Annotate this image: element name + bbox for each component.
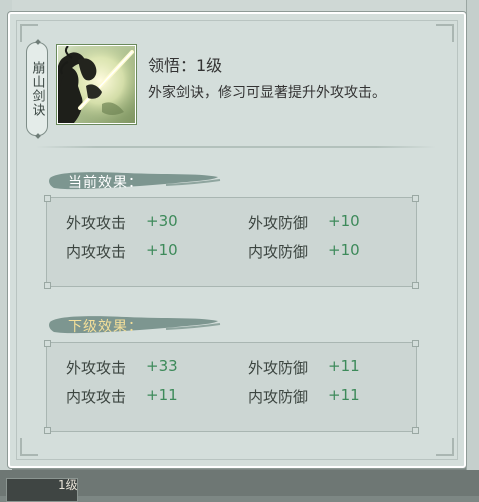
- box-corner: [412, 195, 419, 202]
- frame-corner: [436, 24, 454, 42]
- section-divider: [36, 146, 436, 148]
- background-slot-level: 1级: [58, 478, 78, 492]
- stat-label: 外攻防御: [248, 359, 309, 377]
- stat-value: +10: [146, 241, 178, 259]
- skill-tooltip-panel: 崩山剑诀 领悟：1级 外家剑诀，修习可显著提升外攻攻击。 当前效果： 外攻攻击 …: [8, 12, 466, 468]
- next-effects-title: 下级效果：: [68, 319, 143, 335]
- skill-description: 外家剑诀，修习可显著提升外攻攻击。: [148, 85, 386, 101]
- current-effects-title: 当前效果：: [68, 175, 143, 191]
- box-corner: [44, 195, 51, 202]
- box-corner: [44, 427, 51, 434]
- next-effects-box: 外攻攻击 +33 外攻防御 +11 内攻攻击 +11 内攻防御 +11: [44, 340, 419, 434]
- stat-value: +11: [328, 386, 360, 404]
- frame-corner: [436, 438, 454, 456]
- stat-value: +11: [328, 357, 360, 375]
- stat-label: 外攻攻击: [66, 214, 127, 232]
- skill-name: 崩山剑诀: [29, 61, 45, 117]
- stat-label: 内攻攻击: [66, 243, 127, 261]
- stat-value: +10: [328, 212, 360, 230]
- stat-label: 内攻防御: [248, 388, 309, 406]
- skill-sword-icon: [57, 45, 136, 124]
- stat-label: 内攻攻击: [66, 388, 127, 406]
- box-corner: [44, 282, 51, 289]
- box-corner: [412, 282, 419, 289]
- stat-label: 外攻攻击: [66, 359, 127, 377]
- current-effects-box: 外攻攻击 +30 外攻防御 +10 内攻攻击 +10 内攻防御 +10: [44, 195, 419, 289]
- stat-value: +30: [146, 212, 178, 230]
- stat-value: +11: [146, 386, 178, 404]
- stat-value: +33: [146, 357, 178, 375]
- stat-label: 内攻防御: [248, 243, 309, 261]
- stat-label: 外攻防御: [248, 214, 309, 232]
- background-right-panel: [466, 0, 479, 470]
- frame-corner: [20, 24, 38, 42]
- stat-value: +10: [328, 241, 360, 259]
- box-corner: [412, 427, 419, 434]
- box-corner: [44, 340, 51, 347]
- box-corner: [412, 340, 419, 347]
- skill-name-badge: 崩山剑诀: [26, 39, 48, 139]
- frame-corner: [20, 438, 38, 456]
- skill-level-text: 领悟：1级: [148, 56, 223, 75]
